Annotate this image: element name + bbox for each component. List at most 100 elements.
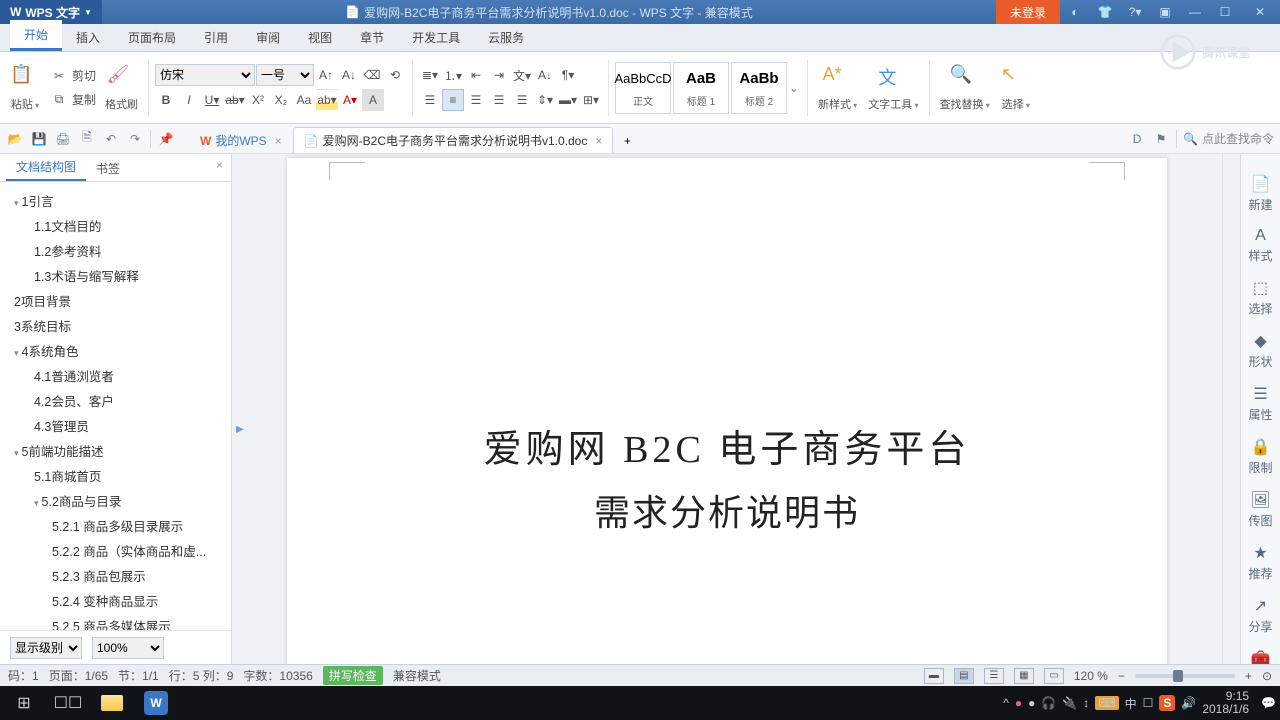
save-icon[interactable]: 💾: [30, 130, 48, 148]
font-size-select[interactable]: 一号: [256, 64, 314, 86]
distribute-button[interactable]: ☰: [511, 89, 533, 111]
select-button[interactable]: 选择: [1002, 96, 1030, 112]
style-normal[interactable]: AaBbCcD正文: [615, 62, 671, 114]
tab-cloud[interactable]: 云服务: [474, 23, 538, 51]
bullets-button[interactable]: ≣▾: [419, 64, 441, 86]
nav-tab-structure[interactable]: 文档结构图: [6, 154, 86, 181]
asian-layout-button[interactable]: 文▾: [511, 64, 533, 86]
find-replace-button[interactable]: 查找替换: [940, 96, 990, 112]
close-icon[interactable]: ×: [595, 134, 602, 148]
bold-button[interactable]: B: [155, 89, 177, 111]
close-icon[interactable]: ✕: [1240, 0, 1280, 24]
tab-view[interactable]: 视图: [294, 23, 346, 51]
outline-item[interactable]: 5.2.1 商品多级目录展示: [0, 513, 231, 538]
grow-font-icon[interactable]: A↑: [315, 64, 337, 86]
format-painter-button[interactable]: 格式刷: [105, 96, 138, 112]
task-view-icon[interactable]: ☐☐: [48, 688, 88, 718]
view-fullscreen-icon[interactable]: ▬: [924, 668, 944, 684]
outline-item[interactable]: 1引言: [0, 188, 231, 213]
outline-item[interactable]: 4.3管理员: [0, 413, 231, 438]
tab-chapter[interactable]: 章节: [346, 23, 398, 51]
outline-item[interactable]: 5.2.4 变种商品显示: [0, 588, 231, 613]
line-spacing-button[interactable]: ⇕▾: [534, 89, 556, 111]
clear-format-icon[interactable]: ⌫: [361, 64, 383, 86]
font-select[interactable]: 仿宋: [155, 64, 255, 86]
wps-special-icon[interactable]: ⟲: [384, 64, 406, 86]
start-button[interactable]: ⊞: [4, 688, 44, 718]
flag-icon[interactable]: ⚑: [1152, 130, 1170, 148]
document-viewport[interactable]: ▶ 爱购网 B2C 电子商务平台 需求分析说明书: [232, 154, 1222, 664]
style-h2[interactable]: AaBb标题 2: [731, 62, 787, 114]
tab-insert[interactable]: 插入: [62, 23, 114, 51]
redo-icon[interactable]: ↷: [126, 130, 144, 148]
restore-icon[interactable]: ▣: [1150, 0, 1180, 24]
paste-button[interactable]: 粘贴: [11, 96, 39, 112]
sidepanel-分享[interactable]: ↗分享: [1248, 596, 1272, 635]
sidepanel-推荐[interactable]: ★推荐: [1248, 543, 1272, 582]
outline-item[interactable]: 1.3术语与缩写解释: [0, 263, 231, 288]
select-icon[interactable]: ↖: [1001, 64, 1031, 94]
change-case-button[interactable]: Aa: [293, 89, 315, 111]
tab-review[interactable]: 审阅: [242, 23, 294, 51]
help-icon[interactable]: ?▾: [1120, 0, 1150, 24]
indent-button[interactable]: ⇥: [488, 64, 510, 86]
outline-item[interactable]: 5.1商城首页: [0, 463, 231, 488]
view-read-icon[interactable]: ▭: [1044, 668, 1064, 684]
view-print-icon[interactable]: ▤: [954, 668, 974, 684]
taskbar-clock[interactable]: 9:152018/1/6: [1202, 690, 1255, 716]
text-tools-button[interactable]: 文字工具: [868, 96, 918, 112]
zoom-slider[interactable]: [1135, 674, 1235, 678]
minimize-icon[interactable]: —: [1180, 0, 1210, 24]
cut-button[interactable]: ✂剪切: [47, 65, 98, 87]
command-search[interactable]: 🔍点此查找命令: [1183, 130, 1274, 147]
new-style-icon[interactable]: A*: [823, 64, 853, 94]
sort-button[interactable]: A↓: [534, 64, 556, 86]
sidepanel-选择[interactable]: ⬚选择: [1248, 278, 1272, 317]
doc-tab-current[interactable]: 📄爱购网-B2C电子商务平台需求分析说明书v1.0.doc×: [293, 127, 614, 153]
shrink-font-icon[interactable]: A↓: [338, 64, 360, 86]
outline-tree[interactable]: 1引言1.1文档目的1.2参考资料1.3术语与缩写解释2项目背景3系统目标4系统…: [0, 182, 231, 630]
outline-item[interactable]: 5.2.2 商品（实体商品和虚...: [0, 538, 231, 563]
sidepanel-限制[interactable]: 🔒限制: [1248, 437, 1272, 476]
vertical-scrollbar[interactable]: [1222, 154, 1240, 664]
outline-zoom-select[interactable]: 100%: [92, 637, 164, 659]
underline-button[interactable]: U▾: [201, 89, 223, 111]
tab-reference[interactable]: 引用: [190, 23, 242, 51]
borders-button[interactable]: ⊞▾: [580, 89, 602, 111]
system-tray[interactable]: ^ ●●🎧🔌↕⌨中☐S🔊 9:152018/1/6 💬: [1003, 690, 1276, 716]
outdent-button[interactable]: ⇤: [465, 64, 487, 86]
char-shading-button[interactable]: A: [362, 89, 384, 111]
outline-item[interactable]: 5.2.5 商品多媒体展示: [0, 613, 231, 630]
ruler-handle-icon[interactable]: ▶: [236, 424, 244, 435]
align-center-button[interactable]: ≡: [442, 89, 464, 111]
sync-icon[interactable]: D: [1128, 130, 1146, 148]
align-right-button[interactable]: ☰: [465, 89, 487, 111]
shading-button[interactable]: ▬▾: [557, 89, 579, 111]
sidepanel-传图[interactable]: 🖼传图: [1248, 490, 1272, 529]
new-tab-button[interactable]: +: [613, 127, 641, 153]
close-icon[interactable]: ×: [275, 134, 282, 148]
styles-expand-icon[interactable]: ⌄: [789, 62, 801, 114]
login-button[interactable]: 未登录: [996, 0, 1060, 24]
strike-button[interactable]: ab▾: [224, 89, 246, 111]
outline-item[interactable]: 4.1普通浏览者: [0, 363, 231, 388]
view-web-icon[interactable]: ☰: [984, 668, 1004, 684]
sidepanel-形状[interactable]: ◆形状: [1248, 331, 1272, 370]
pin-icon[interactable]: 📌: [157, 130, 175, 148]
subscript-button[interactable]: X₂: [270, 89, 292, 111]
outline-item[interactable]: 4系统角色: [0, 338, 231, 363]
close-nav-icon[interactable]: ×: [216, 158, 223, 172]
tab-dev[interactable]: 开发工具: [398, 23, 474, 51]
sidepanel-工具[interactable]: 🧰工具: [1248, 649, 1272, 664]
font-color-button[interactable]: A▾: [339, 89, 361, 111]
new-style-button[interactable]: 新样式: [818, 96, 857, 112]
outline-level-select[interactable]: 显示级别: [10, 637, 82, 659]
outline-item[interactable]: 5.2商品与目录: [0, 488, 231, 513]
outline-item[interactable]: 5前端功能描述: [0, 438, 231, 463]
outline-item[interactable]: 1.1文档目的: [0, 213, 231, 238]
status-spellcheck[interactable]: 拼写检查: [323, 666, 383, 685]
numbering-button[interactable]: ⒈▾: [442, 64, 464, 86]
superscript-button[interactable]: X²: [247, 89, 269, 111]
open-icon[interactable]: 📂: [6, 130, 24, 148]
nav-tab-bookmark[interactable]: 书签: [86, 155, 130, 181]
